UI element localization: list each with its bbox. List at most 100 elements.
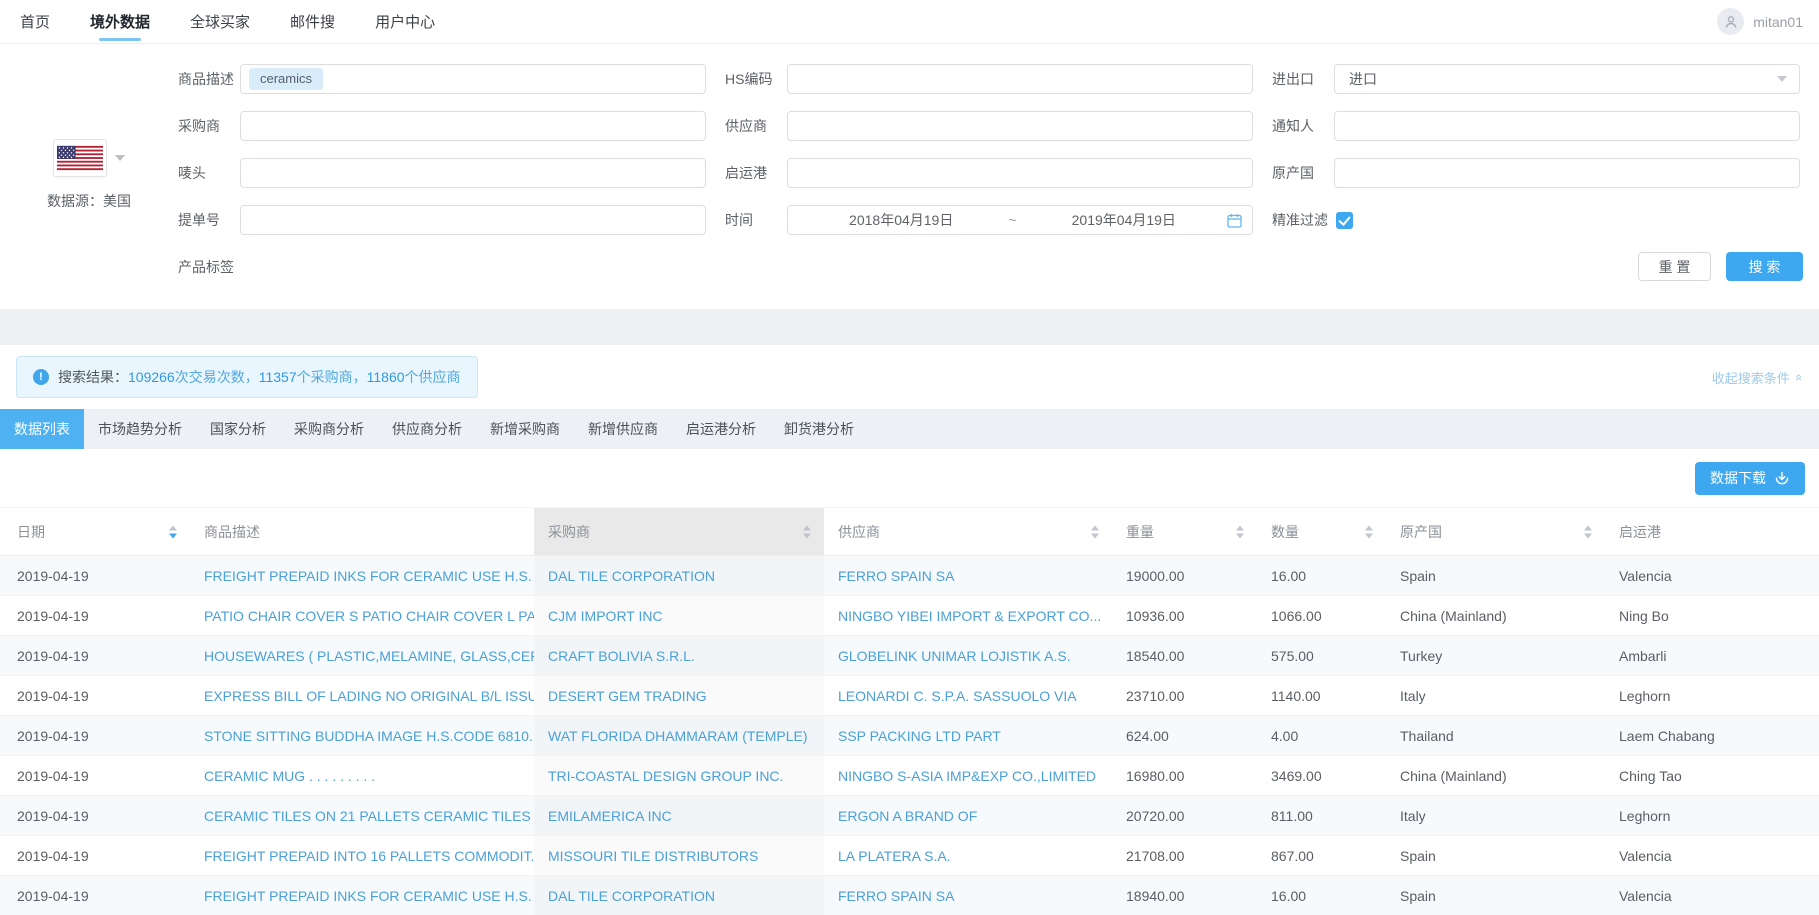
nav-item-3[interactable]: 邮件搜 xyxy=(290,0,335,43)
notify-party-input[interactable] xyxy=(1334,111,1800,141)
column-header-3[interactable]: 供应商 xyxy=(824,508,1112,556)
reset-button[interactable]: 重 置 xyxy=(1638,252,1711,281)
cell-link[interactable]: EXPRESS BILL OF LADING NO ORIGINAL B/L I… xyxy=(204,688,534,704)
table-cell: WAT FLORIDA DHAMMARAM (TEMPLE) xyxy=(534,716,824,756)
stat-unit-2: 个供应商 xyxy=(405,369,461,385)
nav-item-2[interactable]: 全球买家 xyxy=(190,0,250,43)
search-button[interactable]: 搜 索 xyxy=(1726,252,1803,281)
tab-7[interactable]: 启运港分析 xyxy=(672,409,770,449)
tab-5[interactable]: 新增采购商 xyxy=(476,409,574,449)
table-cell: 4.00 xyxy=(1257,716,1386,756)
cell-link[interactable]: FREIGHT PREPAID INKS FOR CERAMIC USE H.S… xyxy=(204,568,534,584)
sort-carets-icon[interactable] xyxy=(1091,525,1099,538)
chevron-down-icon xyxy=(115,155,125,161)
table-cell: FREIGHT PREPAID INKS FOR CERAMIC USE H.S… xyxy=(190,876,534,915)
cell-link[interactable]: STONE SITTING BUDDHA IMAGE H.S.CODE 6810… xyxy=(204,728,534,744)
cell-link[interactable]: FREIGHT PREPAID INKS FOR CERAMIC USE H.S… xyxy=(204,888,534,904)
collapse-search-link[interactable]: 收起搜索条件 « xyxy=(1712,368,1803,387)
stat-unit-1: 个采购商， xyxy=(297,369,367,385)
tab-3[interactable]: 采购商分析 xyxy=(280,409,378,449)
date-range-input[interactable]: 2018年04月19日 ~ 2019年04月19日 xyxy=(787,205,1253,235)
cell-link[interactable]: EMILAMERICA INC xyxy=(548,808,672,824)
column-header-5[interactable]: 数量 xyxy=(1257,508,1386,556)
table-cell: 2019-04-19 xyxy=(0,756,190,796)
bill-number-input[interactable] xyxy=(240,205,706,235)
table-cell: 2019-04-19 xyxy=(0,796,190,836)
results-prefix: 搜索结果： xyxy=(58,367,128,387)
cell-link[interactable]: CJM IMPORT INC xyxy=(548,608,663,624)
cell-link[interactable]: DESERT GEM TRADING xyxy=(548,688,707,704)
column-label: 数量 xyxy=(1271,524,1299,540)
tab-0[interactable]: 数据列表 xyxy=(0,409,84,449)
cell-link[interactable]: LA PLATERA S.A. xyxy=(838,848,951,864)
table-cell: Ambarli xyxy=(1605,636,1819,676)
purchaser-input[interactable] xyxy=(240,111,706,141)
sort-carets-icon[interactable] xyxy=(169,525,177,538)
column-header-6[interactable]: 原产国 xyxy=(1386,508,1605,556)
supplier-input[interactable] xyxy=(787,111,1253,141)
tab-8[interactable]: 卸货港分析 xyxy=(770,409,868,449)
cell-link[interactable]: GLOBELINK UNIMAR LOJISTIK A.S. xyxy=(838,648,1071,664)
cell-link[interactable]: TRI-COASTAL DESIGN GROUP INC. xyxy=(548,768,783,784)
table-cell: China (Mainland) xyxy=(1386,756,1605,796)
product-desc-input[interactable]: ceramics xyxy=(240,64,706,94)
nav-item-0[interactable]: 首页 xyxy=(20,0,50,43)
table-cell: Spain xyxy=(1386,876,1605,915)
cell-link[interactable]: FERRO SPAIN SA xyxy=(838,568,954,584)
table-cell: Laem Chabang xyxy=(1605,716,1819,756)
table-cell: LEONARDI C. S.P.A. SASSUOLO VIA xyxy=(824,676,1112,716)
tab-6[interactable]: 新增供应商 xyxy=(574,409,672,449)
user-menu[interactable]: mitan01 xyxy=(1717,0,1803,43)
product-desc-tag[interactable]: ceramics xyxy=(249,68,323,90)
sort-carets-icon[interactable] xyxy=(1365,525,1373,538)
cell-link[interactable]: FREIGHT PREPAID INTO 16 PALLETS COMMODIT… xyxy=(204,848,534,864)
stat-unit-0: 次交易次数， xyxy=(175,369,259,385)
hs-code-label: HS编码 xyxy=(725,69,787,89)
table-cell: Turkey xyxy=(1386,636,1605,676)
import-export-select[interactable]: 进口 xyxy=(1334,64,1800,94)
nav-item-1[interactable]: 境外数据 xyxy=(90,0,150,43)
loading-port-input[interactable] xyxy=(787,158,1253,188)
nav-item-4[interactable]: 用户中心 xyxy=(375,0,435,43)
shipping-marks-input[interactable] xyxy=(240,158,706,188)
cell-link[interactable]: DAL TILE CORPORATION xyxy=(548,568,715,584)
cell-link[interactable]: FERRO SPAIN SA xyxy=(838,888,954,904)
hs-code-input[interactable] xyxy=(787,64,1253,94)
origin-country-label: 原产国 xyxy=(1272,163,1334,183)
cell-link[interactable]: SSP PACKING LTD PART xyxy=(838,728,1001,744)
sort-carets-icon[interactable] xyxy=(803,525,811,538)
tab-1[interactable]: 市场趋势分析 xyxy=(84,409,196,449)
date-end[interactable]: 2019年04月19日 xyxy=(1021,210,1227,230)
cell-link[interactable]: CRAFT BOLIVIA S.R.L. xyxy=(548,648,695,664)
cell-link[interactable]: HOUSEWARES ( PLASTIC,MELAMINE, GLASS,CER… xyxy=(204,648,534,664)
tab-2[interactable]: 国家分析 xyxy=(196,409,280,449)
cell-link[interactable]: MISSOURI TILE DISTRIBUTORS xyxy=(548,848,758,864)
cell-link[interactable]: NINGBO YIBEI IMPORT & EXPORT CO... xyxy=(838,608,1101,624)
table-cell: 10936.00 xyxy=(1112,596,1257,636)
column-header-4[interactable]: 重量 xyxy=(1112,508,1257,556)
table-cell: 575.00 xyxy=(1257,636,1386,676)
table-cell: CERAMIC MUG . . . . . . . . . xyxy=(190,756,534,796)
cell-link[interactable]: NINGBO S-ASIA IMP&EXP CO.,LIMITED xyxy=(838,768,1096,784)
datasource-selector[interactable] xyxy=(53,139,125,177)
precise-filter-checkbox[interactable] xyxy=(1336,212,1353,229)
tab-4[interactable]: 供应商分析 xyxy=(378,409,476,449)
cell-link[interactable]: CERAMIC MUG . . . . . . . . . xyxy=(204,768,375,784)
cell-link[interactable]: LEONARDI C. S.P.A. SASSUOLO VIA xyxy=(838,688,1077,704)
table-row-7: 2019-04-19FREIGHT PREPAID INTO 16 PALLET… xyxy=(0,836,1819,876)
datasource-label: 数据源：美国 xyxy=(0,191,178,211)
origin-country-input[interactable] xyxy=(1334,158,1800,188)
cell-link[interactable]: PATIO CHAIR COVER S PATIO CHAIR COVER L … xyxy=(204,608,534,624)
table-cell: STONE SITTING BUDDHA IMAGE H.S.CODE 6810… xyxy=(190,716,534,756)
data-download-button[interactable]: 数据下载 xyxy=(1695,462,1805,495)
sort-carets-icon[interactable] xyxy=(1236,525,1244,538)
table-cell: CJM IMPORT INC xyxy=(534,596,824,636)
cell-link[interactable]: WAT FLORIDA DHAMMARAM (TEMPLE) xyxy=(548,728,808,744)
sort-carets-icon[interactable] xyxy=(1584,525,1592,538)
column-header-2[interactable]: 采购商 xyxy=(534,508,824,556)
column-header-0[interactable]: 日期 xyxy=(0,508,190,556)
cell-link[interactable]: DAL TILE CORPORATION xyxy=(548,888,715,904)
date-start[interactable]: 2018年04月19日 xyxy=(798,210,1004,230)
cell-link[interactable]: ERGON A BRAND OF xyxy=(838,808,977,824)
cell-link[interactable]: CERAMIC TILES ON 21 PALLETS CERAMIC TILE… xyxy=(204,808,534,824)
